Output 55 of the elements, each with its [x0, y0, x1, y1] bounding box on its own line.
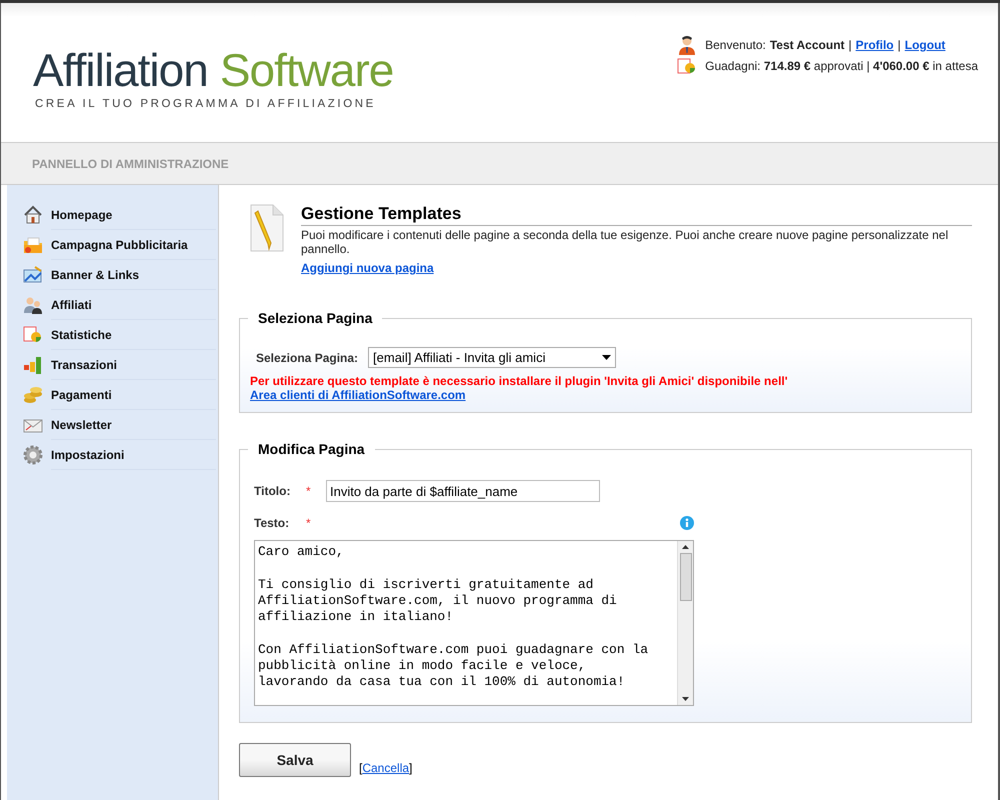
logout-link[interactable]: Logout: [904, 36, 946, 54]
people-icon: [23, 295, 43, 315]
coins-icon: [23, 385, 43, 405]
required-mark: *: [306, 515, 312, 532]
settings-icon: [23, 445, 43, 465]
client-area-link[interactable]: Area clienti di AffiliationSoftware.com: [250, 388, 466, 402]
sidebar-item[interactable]: Impostazioni: [51, 440, 216, 470]
warning-text: Per utilizzare questo template è necessario installare il plugin 'Invita gli Amici' disponibile nell': [250, 374, 788, 388]
field-label: Titolo:: [254, 483, 292, 500]
sidebar-item[interactable]: Campagna Pubblicitaria: [51, 230, 216, 260]
user-icon: [677, 35, 698, 55]
panel-title: PANNELLO DI AMMINISTRAZIONE: [32, 156, 229, 172]
add-page-link[interactable]: Aggiungi nuova pagina: [301, 261, 434, 275]
sidebar-item[interactable]: Affiliati: [51, 290, 216, 320]
info-icon[interactable]: [680, 516, 694, 530]
page-description: Puoi modificare i contenuti delle pagine a seconda della tue esigenze. Puoi anche creare nuove pagine personalizzate nel pannello.: [301, 228, 950, 256]
chart-icon: [23, 325, 43, 345]
sidebar-item[interactable]: Statistiche: [51, 320, 216, 350]
bar-chart-icon: [23, 355, 43, 375]
text-area[interactable]: Caro amico, Ti consiglio di iscriverti gratuitamente ad AffiliationSoftware.com, il nuovo programma di affiliazione in italiano! Con AffiliationSoftware.com puoi guadagnare con la pubblicità online in modo facile e veloce, lavorando da casa tua con il 100% di autonomia!: [254, 540, 694, 706]
folder-icon: [23, 235, 43, 255]
scroll-up-arrow-icon[interactable]: [682, 545, 689, 549]
sidebar-item[interactable]: Homepage: [51, 200, 216, 230]
profile-link[interactable]: Profilo: [856, 36, 894, 54]
field-label: Seleziona Pagina:: [256, 350, 358, 366]
save-button[interactable]: Salva: [239, 743, 351, 777]
sidebar-item[interactable]: Banner & Links: [51, 260, 216, 290]
bracket: ]: [409, 760, 412, 777]
home-icon: [23, 205, 43, 225]
field-label: Testo:: [254, 515, 290, 532]
user-name: Test Account: [770, 37, 845, 54]
logo-tagline: CREA IL TUO PROGRAMMA DI AFFILIAZIONE: [34, 97, 377, 112]
scroll-thumb[interactable]: [680, 553, 692, 601]
scroll-down-arrow-icon[interactable]: [682, 697, 689, 701]
separator: |: [898, 37, 901, 54]
title-field[interactable]: Invito da parte di $affiliate_name: [326, 480, 600, 502]
welcome-label: Benvenuto:: [705, 37, 766, 54]
separator: |: [848, 37, 852, 54]
required-mark: *: [306, 483, 312, 500]
cancel-link[interactable]: Cancella: [362, 759, 410, 777]
page-dropdown[interactable]: [email] Affiliati - Invita gli amici: [368, 347, 616, 368]
sidebar-item[interactable]: Transazioni: [51, 350, 216, 380]
earnings-text: Guadagni: 714.89 € approvati | 4'060.00 € in attesa: [705, 58, 978, 75]
chart-icon: [677, 57, 698, 75]
scrollbar[interactable]: [677, 541, 693, 705]
dropdown-arrow-icon: [602, 355, 612, 360]
bracket: [: [359, 760, 362, 777]
picture-icon: [23, 265, 43, 285]
section-legend: Seleziona Pagina: [248, 308, 382, 329]
logo-text: Affiliation: [33, 47, 208, 93]
sidebar-item[interactable]: Pagamenti: [51, 380, 216, 410]
sidebar-item[interactable]: Newsletter: [51, 410, 216, 440]
page-title: Gestione Templates: [301, 203, 972, 226]
section-legend: Modifica Pagina: [248, 439, 375, 460]
logo-text: Software: [220, 47, 394, 93]
